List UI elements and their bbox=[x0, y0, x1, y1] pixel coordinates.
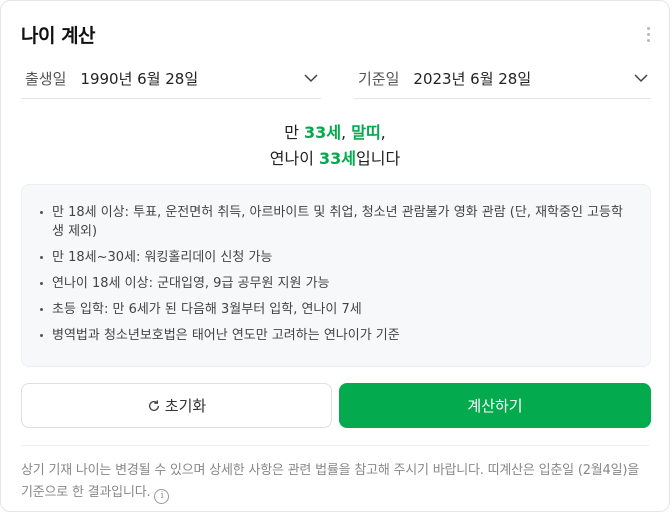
footnote-text: 상기 기재 나이는 변경될 수 있으며 상세한 사항은 관련 법률을 참고해 주… bbox=[21, 463, 640, 500]
result-line-2: 연나이 33세입니다 bbox=[1, 146, 669, 172]
birth-date-label: 출생일 bbox=[25, 70, 67, 88]
year-age-prefix: 연나이 bbox=[269, 149, 320, 168]
more-vertical-icon[interactable] bbox=[639, 22, 657, 46]
info-item: 만 18세 이상: 투표, 운전면허 취득, 아르바이트 및 취업, 청소년 관… bbox=[38, 203, 630, 241]
info-item: 만 18세~30세: 워킹홀리데이 신청 가능 bbox=[38, 248, 630, 267]
divider bbox=[21, 445, 649, 446]
birth-date-select[interactable]: 출생일 1990년 6월 28일 bbox=[21, 59, 321, 99]
result-separator: , bbox=[380, 123, 386, 142]
footnote: 상기 기재 나이는 변경될 수 있으며 상세한 사항은 관련 법률을 참고해 주… bbox=[21, 460, 653, 504]
calculate-button[interactable]: 계산하기 bbox=[339, 383, 651, 428]
info-icon[interactable]: i bbox=[154, 489, 170, 504]
info-item: 병역법과 청소년보호법은 태어난 연도만 고려하는 연나이가 기준 bbox=[38, 326, 630, 345]
age-calculator-card: 나이 계산 출생일 1990년 6월 28일 기준일 2023년 6월 28일 … bbox=[0, 0, 670, 512]
card-title: 나이 계산 bbox=[21, 24, 96, 47]
chevron-down-icon bbox=[634, 74, 648, 83]
zodiac-value: 말띠 bbox=[351, 123, 381, 142]
result-prefix: 만 bbox=[284, 123, 305, 142]
refresh-icon bbox=[148, 399, 159, 411]
birth-date-value: 1990년 6월 28일 bbox=[80, 70, 199, 88]
info-item: 초등 입학: 만 6세가 된 다음해 3월부터 입학, 연나이 7세 bbox=[38, 300, 630, 319]
reset-button-label: 초기화 bbox=[164, 397, 207, 415]
chevron-down-icon bbox=[304, 74, 318, 83]
result-suffix: 입니다 bbox=[356, 149, 401, 168]
header: 나이 계산 bbox=[21, 19, 657, 49]
calculate-button-label: 계산하기 bbox=[467, 397, 523, 415]
year-age-value: 33세 bbox=[319, 149, 357, 168]
man-age-value: 33세 bbox=[304, 123, 342, 142]
age-info-box: 만 18세 이상: 투표, 운전면허 취득, 아르바이트 및 취업, 청소년 관… bbox=[21, 184, 651, 367]
base-date-value: 2023년 6월 28일 bbox=[413, 70, 532, 88]
base-date-select[interactable]: 기준일 2023년 6월 28일 bbox=[354, 59, 651, 99]
reset-button[interactable]: 초기화 bbox=[21, 383, 332, 428]
date-selectors: 출생일 1990년 6월 28일 기준일 2023년 6월 28일 bbox=[21, 59, 651, 99]
info-item: 연나이 18세 이상: 군대입영, 9급 공무원 지원 가능 bbox=[38, 274, 630, 293]
result-line-1: 만 33세, 말띠, bbox=[1, 120, 669, 146]
base-date-label: 기준일 bbox=[358, 70, 400, 88]
result-separator: , bbox=[341, 123, 352, 142]
age-result: 만 33세, 말띠, 연나이 33세입니다 bbox=[1, 120, 669, 172]
